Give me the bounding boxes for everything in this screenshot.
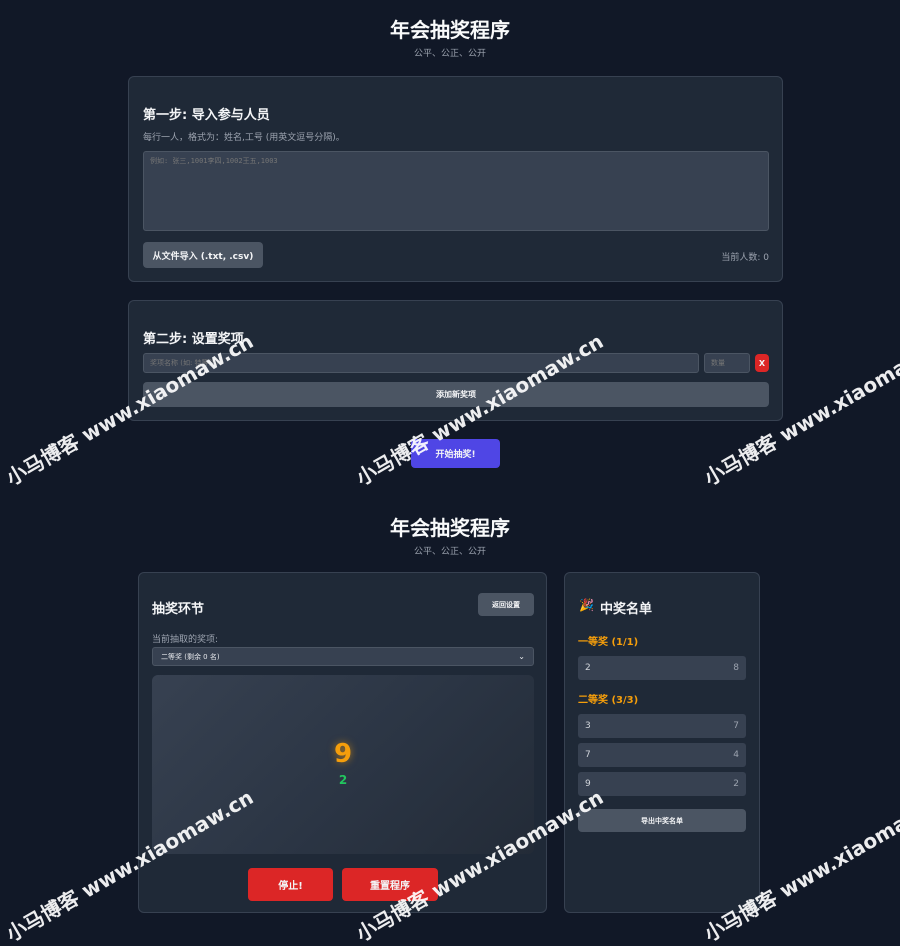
export-winners-button[interactable]: 导出中奖名单 bbox=[578, 809, 746, 832]
draw-heading: 抽奖环节 bbox=[152, 602, 205, 617]
draw-display: 9 2 bbox=[152, 675, 534, 854]
winners-heading: 中奖名单 bbox=[600, 602, 653, 617]
winner-name: 3 bbox=[585, 721, 591, 731]
step1-card: 第一步: 导入参与人员 每行一人，格式为：姓名,工号 (用英文逗号分隔)。 从文… bbox=[128, 76, 783, 282]
prize-group-title: 一等奖 (1/1) bbox=[578, 637, 639, 648]
back-to-setup-button[interactable]: 返回设置 bbox=[478, 593, 534, 616]
winner-row: 7 4 bbox=[578, 743, 746, 767]
winner-name: 7 bbox=[585, 750, 591, 760]
step1-heading: 第一步: 导入参与人员 bbox=[143, 108, 270, 123]
draw-number: 9 bbox=[333, 739, 353, 769]
prize-group-title: 二等奖 (3/3) bbox=[578, 695, 639, 706]
import-file-button[interactable]: 从文件导入 (.txt, .csv) bbox=[143, 242, 263, 268]
participants-textarea[interactable] bbox=[143, 151, 769, 231]
prize-name-input[interactable] bbox=[143, 353, 699, 373]
prize-select-value: 二等奖 (剩余 0 名) bbox=[161, 652, 220, 661]
chevron-down-icon: ⌄ bbox=[518, 652, 525, 661]
step2-card: 第二步: 设置奖项 X 添加新奖项 bbox=[128, 300, 783, 421]
prize-count-input[interactable] bbox=[704, 353, 750, 373]
stop-button[interactable]: 停止! bbox=[248, 868, 333, 901]
add-prize-button[interactable]: 添加新奖项 bbox=[143, 382, 769, 407]
prize-select[interactable]: 二等奖 (剩余 0 名) ⌄ bbox=[152, 647, 534, 666]
step2-heading: 第二步: 设置奖项 bbox=[143, 332, 244, 347]
draw-card: 抽奖环节 返回设置 当前抽取的奖项: 二等奖 (剩余 0 名) ⌄ 9 2 停止… bbox=[138, 572, 547, 913]
remove-prize-button[interactable]: X bbox=[755, 354, 769, 372]
winner-id: 2 bbox=[733, 779, 739, 789]
winner-row: 3 7 bbox=[578, 714, 746, 738]
reset-button[interactable]: 重置程序 bbox=[342, 868, 438, 901]
current-prize-label: 当前抽取的奖项: bbox=[152, 635, 219, 645]
party-popper-icon: 🎉 bbox=[579, 598, 594, 612]
app-title: 年会抽奖程序 bbox=[390, 18, 510, 42]
app-subtitle: 公平、公正、公开 bbox=[413, 49, 486, 59]
participant-count: 当前人数: 0 bbox=[721, 253, 769, 263]
draw-app-title: 年会抽奖程序 bbox=[390, 516, 510, 540]
winners-card: 🎉 中奖名单 一等奖 (1/1) 2 8 二等奖 (3/3) 3 7 7 4 9… bbox=[564, 572, 760, 913]
winner-id: 4 bbox=[733, 750, 739, 760]
step1-hint: 每行一人，格式为：姓名,工号 (用英文逗号分隔)。 bbox=[143, 133, 345, 143]
start-draw-button[interactable]: 开始抽奖! bbox=[411, 439, 500, 468]
winner-id: 8 bbox=[733, 663, 739, 673]
winner-row: 9 2 bbox=[578, 772, 746, 796]
winner-name: 2 bbox=[585, 663, 591, 673]
draw-id: 2 bbox=[338, 773, 348, 787]
winner-name: 9 bbox=[585, 779, 591, 789]
winner-id: 7 bbox=[733, 721, 739, 731]
draw-app-subtitle: 公平、公正、公开 bbox=[413, 547, 486, 557]
winner-row: 2 8 bbox=[578, 656, 746, 680]
